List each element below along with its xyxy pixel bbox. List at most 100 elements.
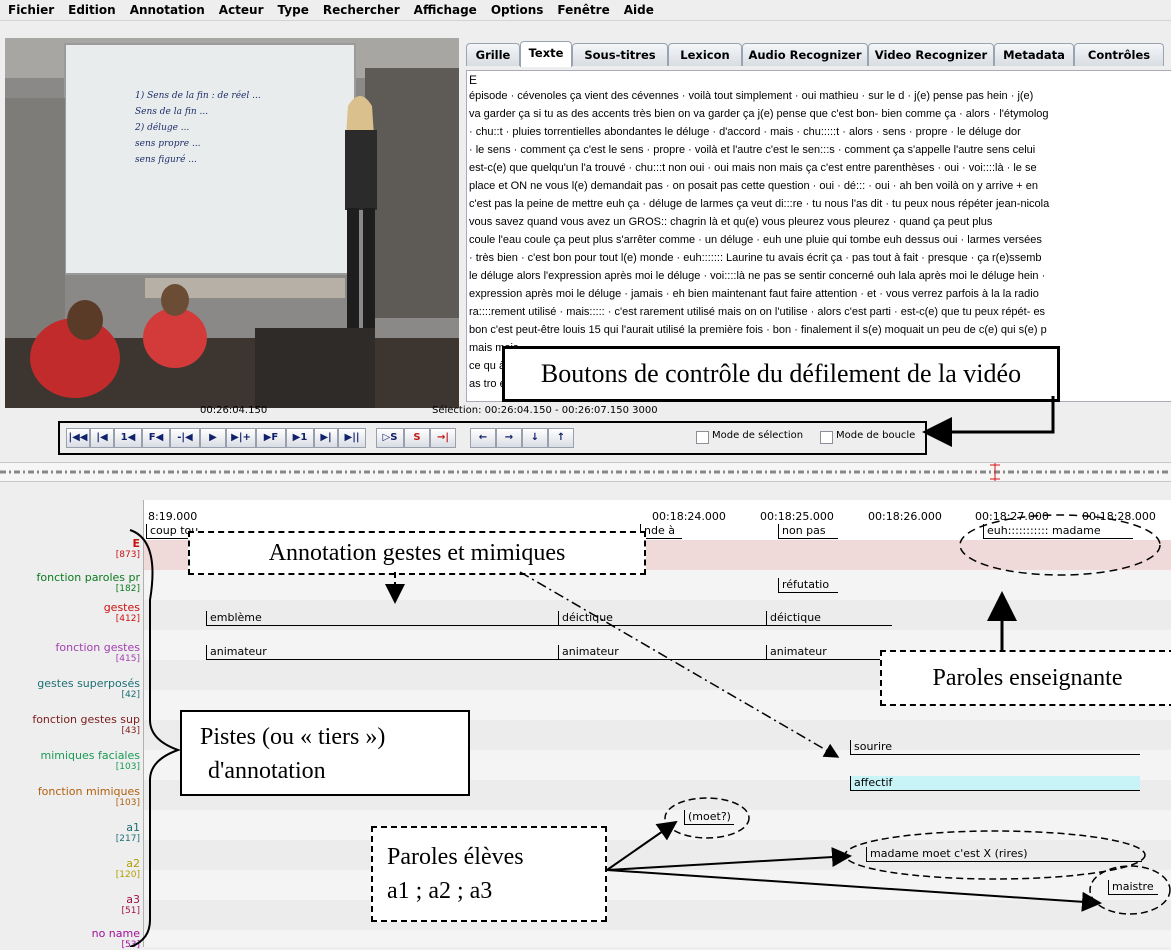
clear-selection-button[interactable]: S: [404, 428, 430, 448]
timeline-tick: 00:18:26.000: [868, 510, 942, 523]
timeline-overview[interactable]: [0, 462, 1171, 482]
previous-boundary-button[interactable]: -|◀: [170, 428, 200, 448]
right-arrow-button[interactable]: →: [496, 428, 522, 448]
annotation[interactable]: déictique: [766, 611, 892, 626]
next-frame-button[interactable]: ▶|: [314, 428, 338, 448]
tier-label-a3[interactable]: a3 [51]: [0, 894, 140, 917]
tab-lexicon[interactable]: Lexicon: [668, 43, 742, 66]
mode-boucle-label: Mode de boucle: [836, 430, 916, 441]
tab-texte[interactable]: Texte: [520, 41, 572, 67]
annotation[interactable]: animateur: [558, 645, 768, 660]
menu-options[interactable]: Options: [483, 0, 550, 18]
timeline-tick: 00:18:24.000: [652, 510, 726, 523]
mode-selection-checkbox[interactable]: [696, 431, 709, 444]
transcript-line: est-c(e) que quelqu'un l'a trouvé · chu:…: [469, 162, 1037, 174]
tier-label-mimiques-faciales[interactable]: mimiques faciales [103]: [0, 750, 140, 773]
menu-affichage[interactable]: Affichage: [406, 0, 483, 18]
down-arrow-button[interactable]: ↓: [522, 428, 548, 448]
transcript-line: c'est pas la peine de mettre euh ça · dé…: [469, 198, 1050, 210]
menu-edition[interactable]: Edition: [60, 0, 122, 18]
up-arrow-button[interactable]: ↑: [548, 428, 574, 448]
previous-frame-button[interactable]: |◀: [90, 428, 114, 448]
back-one-second-button[interactable]: 1◀: [114, 428, 142, 448]
left-arrow-button[interactable]: ←: [470, 428, 496, 448]
tier-label-gestes-superposes[interactable]: gestes superposés [42]: [0, 678, 140, 701]
tier-row[interactable]: [144, 870, 1171, 900]
tier-label-e[interactable]: E [873]: [0, 538, 140, 561]
play-selection-button[interactable]: ▷S: [376, 428, 404, 448]
tier-header: E: [469, 73, 478, 87]
timeline-tick: 00:18:25.000: [760, 510, 834, 523]
back-frame-button[interactable]: F◀: [142, 428, 170, 448]
annotation[interactable]: déictique: [558, 611, 768, 626]
tab-grille[interactable]: Grille: [466, 43, 520, 66]
annotation[interactable]: affectif: [850, 776, 1140, 791]
whiteboard-notes: 1) Sens de la fin : de réel ... Sens de …: [135, 91, 261, 165]
transcript-line: · le sens · comment ça c'est le sens · p…: [469, 144, 1036, 156]
transcript-line: place et ON ne vous l(e) demandait pas ·…: [469, 180, 1038, 192]
transcript-line: coule l'eau coule ça peut plus s'arrêter…: [469, 234, 1042, 246]
annotation[interactable]: sourire: [850, 740, 1140, 755]
annotation[interactable]: euh::::::::::: madame: [983, 524, 1133, 539]
video-player[interactable]: 1) Sens de la fin : de réel ... Sens de …: [5, 38, 459, 408]
selection-end-button[interactable]: →|: [430, 428, 456, 448]
menu-fenetre[interactable]: Fenêtre: [549, 0, 615, 18]
callout-paroles-enseignante: Paroles enseignante: [880, 650, 1171, 706]
tab-controles[interactable]: Contrôles: [1074, 43, 1164, 66]
timeline-tick: 00:18:28.000: [1082, 510, 1156, 523]
tier-row[interactable]: [144, 930, 1171, 947]
tab-audio-recognizer[interactable]: Audio Recognizer: [742, 43, 868, 66]
play-plus-button[interactable]: ▶|+: [226, 428, 256, 448]
annotation[interactable]: nde à: [640, 524, 682, 539]
tab-sous-titres[interactable]: Sous-titres: [572, 43, 668, 66]
menu-rechercher[interactable]: Rechercher: [315, 0, 406, 18]
play-button[interactable]: ▶: [200, 428, 226, 448]
timeline-tick: 00:18:27.000: [975, 510, 1049, 523]
transcript-line: · chu::t · pluies torrentielles abondant…: [469, 126, 1021, 138]
menu-type[interactable]: Type: [270, 0, 315, 18]
transcript-line: vous savez quand vous avez un GROS:: cha…: [469, 216, 993, 228]
callout-annotation-gestes: Annotation gestes et mimiques: [188, 531, 646, 575]
annotation[interactable]: animateur: [766, 645, 892, 660]
tier-label-fonction-gestes[interactable]: fonction gestes [415]: [0, 642, 140, 665]
annotation[interactable]: animateur: [206, 645, 560, 660]
menu-aide[interactable]: Aide: [616, 0, 660, 18]
current-time-readout: 00:26:04.150: [200, 405, 268, 416]
annotation[interactable]: emblème: [206, 611, 560, 626]
forward-one-second-button[interactable]: ▶1: [286, 428, 314, 448]
tier-row[interactable]: [144, 810, 1171, 840]
mode-boucle-checkbox[interactable]: [820, 431, 833, 444]
callout-paroles-eleves: Paroles élèves a1 ; a2 ; a3: [371, 826, 607, 922]
tier-label-a1[interactable]: a1 [217]: [0, 822, 140, 845]
annotation[interactable]: non pas: [778, 524, 838, 539]
timeline-tick: 8:19.000: [148, 510, 198, 523]
go-to-begin-button[interactable]: |◀◀: [66, 428, 90, 448]
menu-fichier[interactable]: Fichier: [0, 0, 60, 18]
transcript-line: bon c'est peut-être louis 15 qui l'aurai…: [469, 324, 1047, 336]
mode-selection-label: Mode de sélection: [712, 430, 804, 441]
go-to-end-button[interactable]: ▶||: [338, 428, 366, 448]
tab-bar: Grille Texte Sous-titres Lexicon Audio R…: [466, 41, 1171, 69]
overview-ticks: [0, 463, 1171, 481]
tab-metadata[interactable]: Metadata: [994, 43, 1074, 66]
tab-video-recognizer[interactable]: Video Recognizer: [868, 43, 994, 66]
tier-label-fonction-mimiques[interactable]: fonction mimiques [103]: [0, 786, 140, 809]
annotation[interactable]: maistre: [1108, 880, 1158, 895]
tier-label-fonction-gestes-sup[interactable]: fonction gestes sup [43]: [0, 714, 140, 737]
annotation[interactable]: madame moet c'est X (rires): [866, 847, 1142, 862]
tier-label-gestes[interactable]: gestes [412]: [0, 602, 140, 625]
menu-annotation[interactable]: Annotation: [122, 0, 211, 18]
tier-label-fonction-paroles[interactable]: fonction paroles pr [182]: [0, 572, 140, 595]
annotation[interactable]: réfutatio: [778, 578, 838, 593]
transcript-line: expression après moi le déluge · jamais …: [469, 288, 1039, 300]
callout-boutons-controle: Boutons de contrôle du défilement de la …: [502, 346, 1060, 402]
transcript-line: épisode · cévenoles ça vient des cévenne…: [469, 90, 1034, 102]
annotation[interactable]: (moet?): [684, 810, 734, 825]
transcript-line: ra::::rement utilisé · mais::::: · c'est…: [469, 306, 1046, 318]
transcript-line: · très bien · c'est bon pour tout l(e) m…: [469, 252, 1042, 264]
tier-label-a2[interactable]: a2 [120]: [0, 858, 140, 881]
transcript-line: va garder ça si tu as des accents très b…: [469, 108, 1049, 120]
menu-acteur[interactable]: Acteur: [211, 0, 270, 18]
forward-frame-button[interactable]: ▶F: [256, 428, 286, 448]
transcript-line: le déluge alors l'expression après moi l…: [469, 270, 1046, 282]
